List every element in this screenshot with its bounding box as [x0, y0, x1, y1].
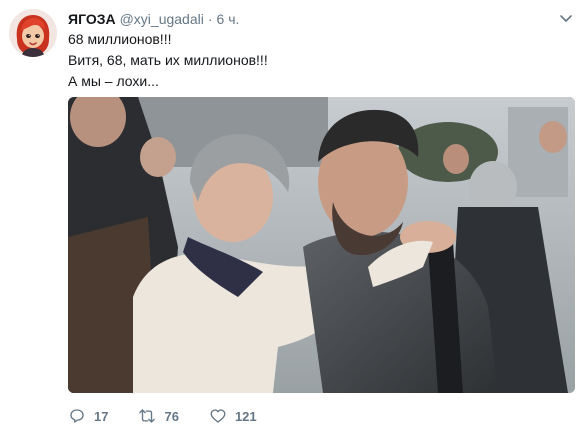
heart-icon [210, 409, 226, 423]
cartoon-girl-avatar-icon [9, 9, 57, 57]
photo-image-icon [68, 97, 575, 393]
author-handle[interactable]: @xyi_ugadali [120, 11, 204, 27]
tweet[interactable]: ЯГОЗА @xyi_ugadali · 6 ч. 68 миллионов!!… [0, 0, 582, 432]
reply-icon [70, 409, 84, 423]
avatar[interactable] [9, 9, 57, 57]
header-separator: · [207, 11, 213, 27]
chevron-down-icon[interactable] [558, 10, 574, 26]
tweet-text: 68 миллионов!!! Витя, 68, мать их миллио… [68, 29, 558, 92]
reply-count: 17 [94, 408, 109, 424]
author-name[interactable]: ЯГОЗА [68, 11, 116, 27]
tweet-line: 68 миллионов!!! [68, 31, 172, 47]
reply-button[interactable]: 17 [68, 407, 108, 425]
tweet-photo[interactable] [68, 97, 575, 393]
like-count: 121 [234, 408, 257, 424]
tweet-line: А мы – лохи... [68, 73, 159, 89]
timestamp[interactable]: 6 ч. [217, 11, 240, 27]
retweet-count: 76 [164, 408, 179, 424]
tweet-actions: 17 76 121 [68, 404, 287, 428]
like-button[interactable]: 121 [209, 407, 257, 425]
tweet-line: Витя, 68, мать их миллионов!!! [68, 52, 268, 68]
retweet-icon [139, 409, 156, 423]
tweet-header: ЯГОЗА @xyi_ugadali · 6 ч. [68, 11, 239, 29]
retweet-button[interactable]: 76 [138, 407, 179, 425]
